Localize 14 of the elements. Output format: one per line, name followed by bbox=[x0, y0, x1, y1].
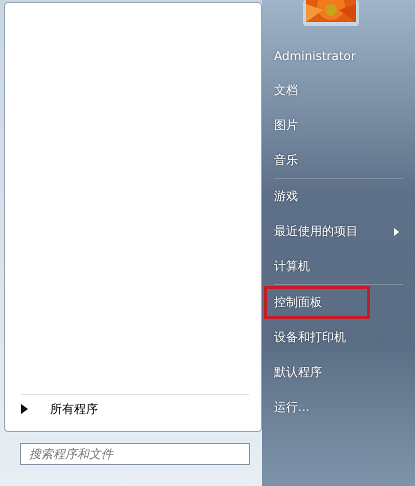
menu-item[interactable]: 文档 bbox=[274, 73, 409, 108]
menu-item[interactable]: 运行... bbox=[274, 390, 409, 425]
menu-item[interactable]: 图片 bbox=[274, 108, 409, 143]
menu-item[interactable]: 最近使用的项目 bbox=[274, 214, 409, 249]
menu-item[interactable]: 控制面板 bbox=[264, 286, 370, 319]
menu-item[interactable]: 游戏 bbox=[274, 179, 409, 214]
menu-item[interactable]: 默认程序 bbox=[274, 355, 409, 390]
triangle-icon bbox=[21, 404, 28, 414]
menu-item[interactable]: Administrator bbox=[274, 38, 409, 73]
menu-item[interactable]: 设备和打印机 bbox=[274, 320, 409, 355]
search-field[interactable]: 搜索程序和文件 bbox=[20, 443, 250, 465]
menu-item[interactable]: 音乐 bbox=[274, 143, 409, 178]
menu-item[interactable]: 计算机 bbox=[274, 249, 409, 284]
all-programs-item[interactable]: 所有程序 bbox=[5, 395, 261, 423]
